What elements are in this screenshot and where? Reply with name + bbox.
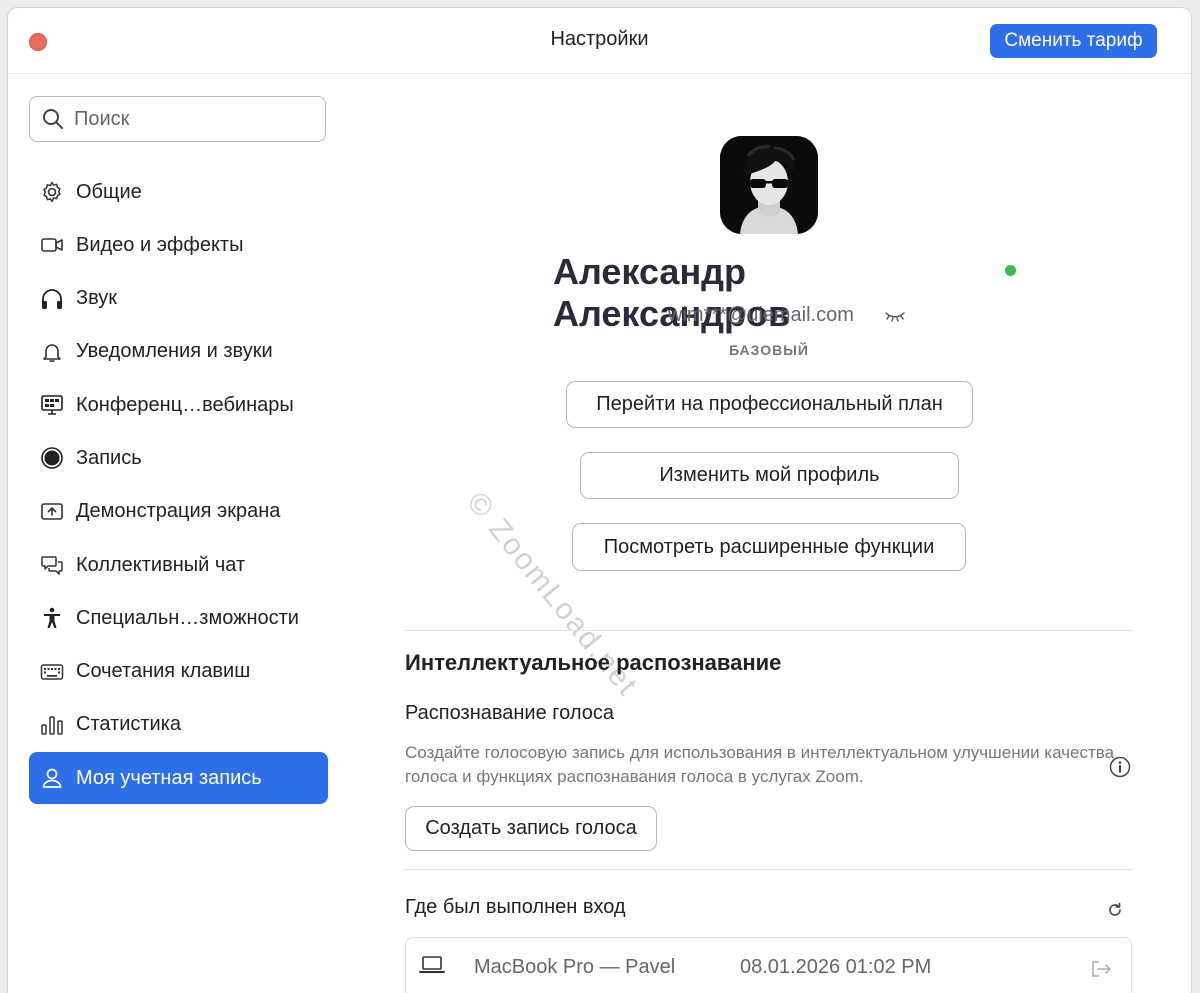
sidebar-item-accessibility[interactable]: Специальн…зможности bbox=[29, 592, 328, 644]
sidebar-item-screen-share[interactable]: Демонстрация экрана bbox=[29, 486, 328, 538]
title-bar: Настройки Сменить тариф bbox=[8, 8, 1191, 74]
sidebar-item-label: Запись bbox=[76, 446, 142, 469]
advanced-features-button[interactable]: Посмотреть расширенные функции bbox=[572, 523, 966, 571]
sidebar-item-label: Специальн…зможности bbox=[76, 606, 299, 629]
sidebar-item-shortcuts[interactable]: Сочетания клавиш bbox=[29, 646, 328, 698]
online-status-dot bbox=[1005, 265, 1016, 276]
sidebar-item-label: Статистика bbox=[76, 713, 182, 736]
upgrade-pro-button[interactable]: Перейти на профессиональный план bbox=[566, 381, 973, 428]
person-icon bbox=[40, 766, 64, 790]
section-divider bbox=[405, 869, 1133, 870]
sidebar-item-recording[interactable]: Запись bbox=[29, 432, 328, 484]
device-signin-time: 08.01.2026 01:02 PM bbox=[740, 956, 932, 978]
settings-window: Настройки Сменить тариф Общие Видео и эф… bbox=[7, 7, 1192, 993]
voice-recognition-description: Создайте голосовую запись для использова… bbox=[405, 743, 1115, 786]
sidebar-item-label: Видео и эффекты bbox=[76, 233, 244, 256]
keyboard-icon bbox=[40, 660, 64, 684]
sidebar-item-audio[interactable]: Звук bbox=[29, 273, 328, 325]
info-icon[interactable] bbox=[1109, 756, 1131, 778]
sidebar-item-label: Демонстрация экрана bbox=[76, 500, 281, 523]
sidebar-item-team-chat[interactable]: Коллективный чат bbox=[29, 539, 328, 591]
sidebar-item-video[interactable]: Видео и эффекты bbox=[29, 219, 328, 271]
sidebar-item-conferences[interactable]: Конференц…вебинары bbox=[29, 379, 328, 431]
search-input[interactable] bbox=[72, 106, 306, 132]
search-icon bbox=[43, 109, 63, 129]
sidebar-item-general[interactable]: Общие bbox=[29, 166, 328, 218]
sidebar-item-my-account[interactable]: Моя учетная запись bbox=[29, 752, 328, 805]
laptop-icon bbox=[419, 956, 445, 973]
profile-email: wim***@uiemail.com bbox=[668, 304, 854, 326]
sidebar-item-label: Звук bbox=[76, 287, 118, 310]
sidebar-item-label: Моя учетная запись bbox=[76, 766, 262, 789]
avatar-image bbox=[720, 136, 818, 234]
video-camera-icon bbox=[40, 233, 64, 257]
sign-out-icon[interactable] bbox=[1090, 960, 1112, 978]
bar-chart-icon bbox=[40, 713, 64, 737]
signed-in-title: Где был выполнен вход bbox=[405, 896, 626, 918]
sidebar-item-statistics[interactable]: Статистика bbox=[29, 699, 328, 751]
sidebar-item-label: Конференц…вебинары bbox=[76, 393, 294, 416]
share-screen-icon bbox=[40, 500, 64, 524]
change-plan-button[interactable]: Сменить тариф bbox=[990, 24, 1157, 58]
hidden-eye-icon[interactable] bbox=[884, 309, 906, 323]
device-name: MacBook Pro — Pavel bbox=[474, 956, 676, 978]
chat-icon bbox=[40, 553, 64, 577]
edit-profile-button[interactable]: Изменить мой профиль bbox=[580, 452, 959, 499]
refresh-icon[interactable] bbox=[1107, 902, 1123, 918]
create-voice-recording-button[interactable]: Создать запись голоса bbox=[405, 806, 657, 851]
signed-in-device-row: MacBook Pro — Pavel 08.01.2026 01:02 PM bbox=[405, 937, 1132, 993]
accessibility-icon bbox=[40, 606, 64, 630]
avatar[interactable] bbox=[720, 136, 818, 234]
sidebar-nav: Общие Видео и эффекты Звук Уведомления и… bbox=[29, 166, 328, 806]
sidebar-item-label: Коллективный чат bbox=[76, 553, 246, 576]
plan-badge: БАЗОВЫЙ bbox=[729, 342, 809, 358]
record-icon bbox=[40, 446, 64, 470]
voice-recognition-title: Распознавание голоса bbox=[405, 702, 614, 724]
headphones-icon bbox=[40, 287, 64, 311]
sidebar-item-label: Сочетания клавиш bbox=[76, 660, 251, 683]
search-box[interactable] bbox=[29, 96, 326, 142]
smart-recognition-title: Интеллектуальное распознавание bbox=[405, 650, 782, 675]
sidebar-item-label: Общие bbox=[76, 180, 142, 203]
section-divider bbox=[405, 630, 1133, 631]
gear-icon bbox=[40, 180, 64, 204]
conference-icon bbox=[40, 393, 64, 417]
